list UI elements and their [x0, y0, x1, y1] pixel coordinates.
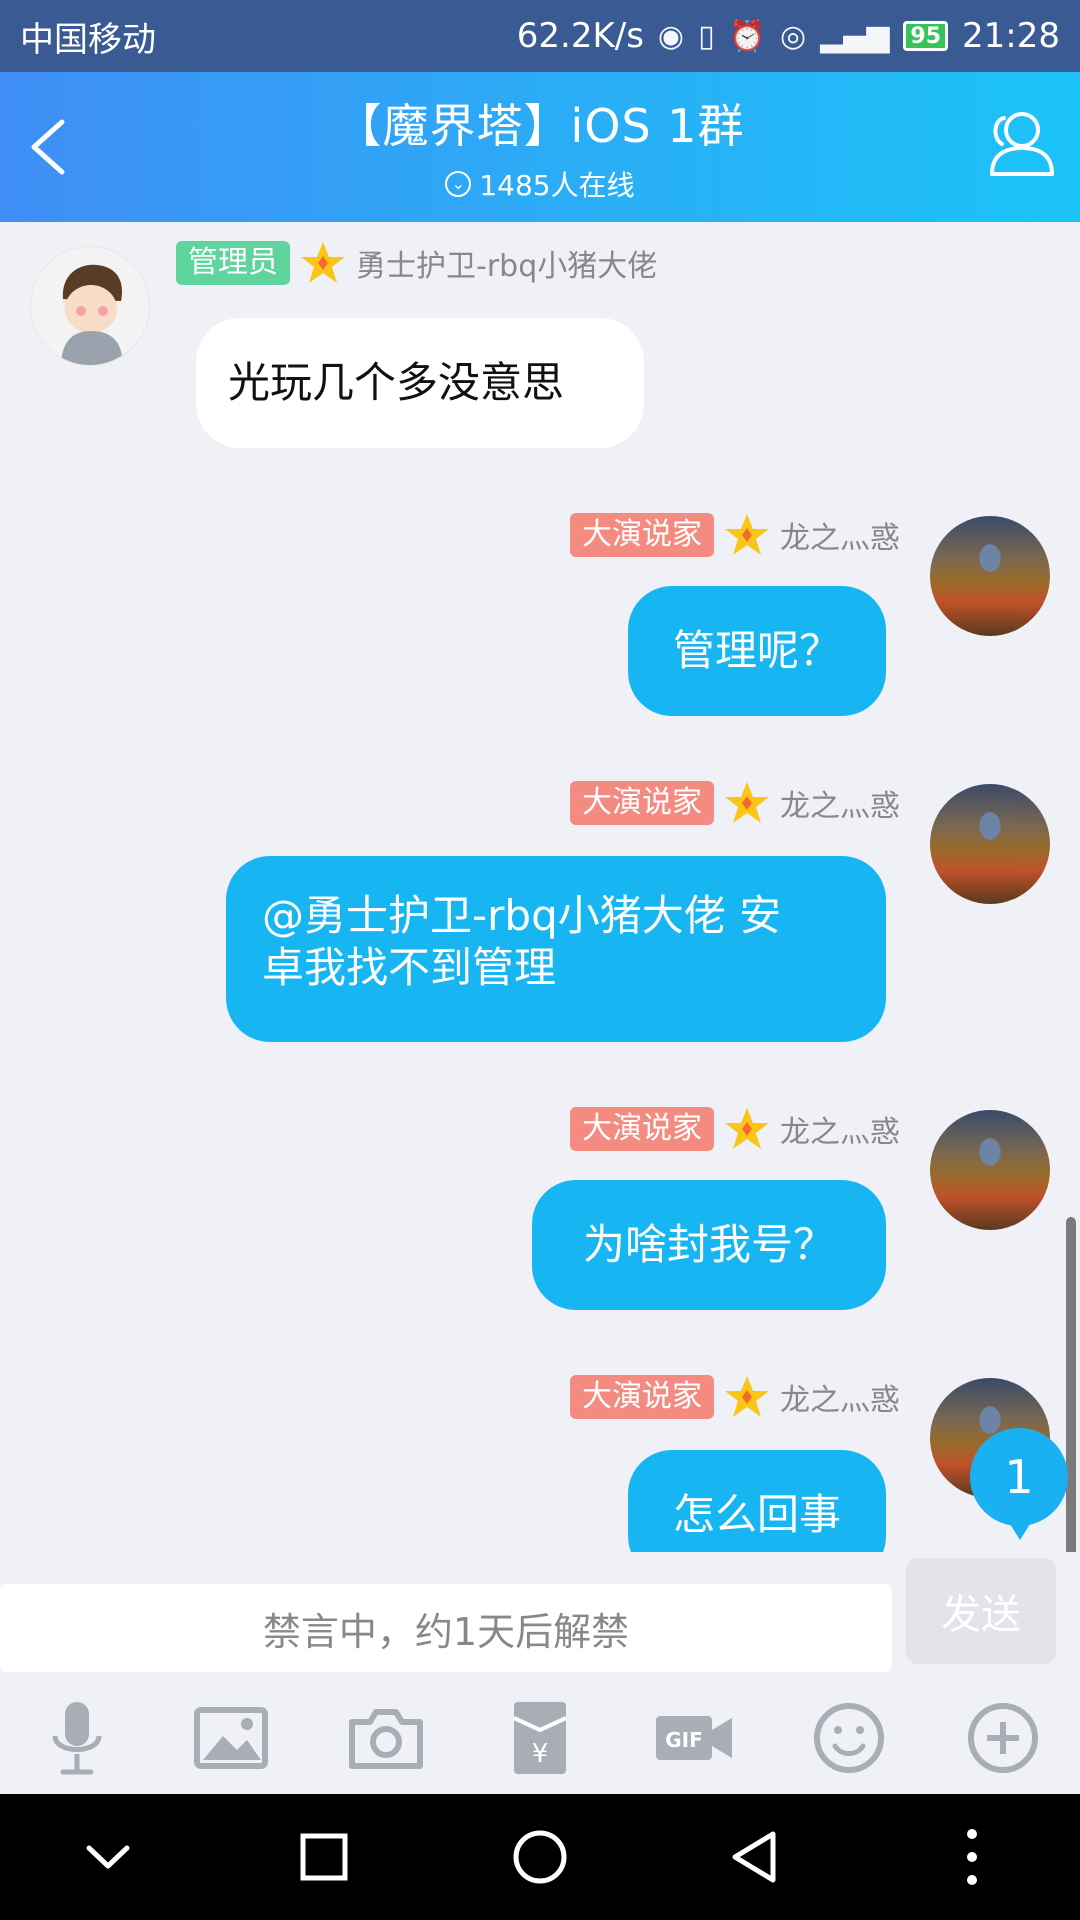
group-members-icon: [990, 112, 1054, 176]
microphone-icon: [52, 1702, 102, 1775]
message-text: 管理呢？: [672, 626, 841, 675]
more-icon: [967, 1829, 977, 1885]
avatar-self[interactable]: [930, 784, 1050, 904]
title-badge: 大演说家: [570, 1107, 714, 1151]
emoji-button[interactable]: [804, 1693, 894, 1783]
message-text-line: @勇士护卫-rbq小猪大佬 安: [262, 891, 782, 940]
camera-icon: [348, 1709, 423, 1769]
star-rank-icon: [725, 782, 769, 823]
vibrate-icon: ▯: [698, 18, 715, 54]
star-rank-icon: [725, 514, 769, 555]
message-text: 为啥封我号？: [582, 1220, 835, 1269]
signal-icon: ▂▄▆: [820, 18, 890, 54]
gif-button[interactable]: GIF: [649, 1693, 739, 1783]
scrollbar[interactable]: [1066, 1217, 1076, 1552]
sender-name[interactable]: 勇士护卫-rbq小猪大佬: [356, 241, 657, 285]
sender-name[interactable]: 龙之灬惑: [780, 513, 900, 557]
avatar-admin[interactable]: [30, 246, 150, 366]
gif-icon: GIF: [656, 1716, 733, 1760]
alarm-icon: ⏰: [728, 18, 766, 54]
online-count: 1485人在线: [479, 169, 635, 202]
battery-indicator: 95: [903, 21, 949, 51]
star-rank-icon: [725, 1376, 769, 1417]
svg-text:¥: ¥: [532, 1739, 549, 1769]
home-icon: [513, 1830, 567, 1884]
avatar-self[interactable]: [930, 1110, 1050, 1230]
title-badge: 大演说家: [570, 781, 714, 825]
cartoon-avatar-icon: [61, 264, 123, 365]
status-bar: 中国移动 62.2K/s ◉ ▯ ⏰ ◎ ▂▄▆ 95 21:28: [0, 0, 1080, 72]
sender-name[interactable]: 龙之灬惑: [780, 1107, 900, 1151]
group-title: 【魔界塔】iOS 1群: [335, 99, 745, 153]
message-list[interactable]: 管理员 勇士护卫-rbq小猪大佬 光玩几个多没意思 大演说家 龙之灬惑 管理呢？…: [0, 222, 1080, 1552]
back-icon: [732, 1831, 776, 1883]
hotspot-icon: ◉: [657, 18, 685, 54]
input-toolbar: ¥ GIF: [0, 1682, 1080, 1794]
red-packet-button[interactable]: ¥: [495, 1693, 585, 1783]
message-bubble[interactable]: 怎么回事: [628, 1450, 886, 1552]
title-badge: 大演说家: [570, 1375, 714, 1419]
emoji-icon: [813, 1703, 884, 1773]
unread-count-badge[interactable]: 1: [970, 1428, 1068, 1540]
svg-text:GIF: GIF: [666, 1728, 704, 1752]
message-bubble[interactable]: 管理呢？: [628, 586, 886, 716]
collapse-button[interactable]: [58, 1807, 158, 1907]
home-button[interactable]: [490, 1807, 590, 1907]
eye-icon: ◎: [779, 18, 807, 54]
image-icon: [194, 1707, 269, 1769]
camera-button[interactable]: [341, 1693, 431, 1783]
collapse-icon: [86, 1845, 130, 1869]
send-button[interactable]: 发送: [906, 1558, 1056, 1664]
group-members-button[interactable]: [978, 104, 1058, 184]
red-packet-icon: ¥: [513, 1702, 567, 1774]
chat-title-area[interactable]: 【魔界塔】iOS 1群 ⌄ 1485人在线: [200, 90, 880, 204]
sender-name[interactable]: 龙之灬惑: [780, 1375, 900, 1419]
sender-name[interactable]: 龙之灬惑: [780, 781, 900, 825]
star-rank-icon: [301, 242, 345, 283]
message-meta: 大演说家 龙之灬惑: [570, 1374, 900, 1420]
clock: 21:28: [962, 16, 1060, 56]
message-text: 怎么回事: [672, 1490, 841, 1539]
back-button[interactable]: [18, 112, 88, 182]
message-meta: 大演说家 龙之灬惑: [570, 780, 900, 826]
online-status: ⌄ 1485人在线: [200, 164, 880, 204]
avatar-self[interactable]: [930, 516, 1050, 636]
plus-icon: [967, 1703, 1038, 1773]
input-row: 禁言中，约1天后解禁 发送: [0, 1552, 1080, 1682]
title-badge: 大演说家: [570, 513, 714, 557]
message-meta: 大演说家 龙之灬惑: [570, 1106, 900, 1152]
recent-apps-icon: [300, 1833, 348, 1881]
message-bubble[interactable]: @勇士护卫-rbq小猪大佬 安 卓我找不到管理: [226, 856, 886, 1042]
muted-input-field[interactable]: 禁言中，约1天后解禁: [0, 1584, 892, 1672]
more-options-button[interactable]: [958, 1693, 1048, 1783]
more-button[interactable]: [922, 1807, 1022, 1907]
message-bubble[interactable]: 为啥封我号？: [532, 1180, 886, 1310]
system-nav-bar: [0, 1794, 1080, 1920]
network-speed: 62.2K/s: [516, 16, 644, 56]
role-badge: 管理员: [176, 241, 290, 285]
message-text-line: 卓我找不到管理: [262, 943, 557, 992]
chat-header: 【魔界塔】iOS 1群 ⌄ 1485人在线: [0, 72, 1080, 222]
message-bubble[interactable]: 光玩几个多没意思: [196, 318, 644, 448]
voice-button[interactable]: [32, 1693, 122, 1783]
carrier-name: 中国移动: [20, 19, 156, 60]
chevron-left-icon: [31, 119, 65, 175]
image-button[interactable]: [186, 1693, 276, 1783]
message-text: 光玩几个多没意思: [228, 358, 565, 407]
system-back-button[interactable]: [706, 1807, 806, 1907]
message-meta: 管理员 勇士护卫-rbq小猪大佬: [176, 240, 657, 286]
chevron-down-icon: ⌄: [445, 171, 472, 197]
message-meta: 大演说家 龙之灬惑: [570, 512, 900, 558]
recent-apps-button[interactable]: [274, 1807, 374, 1907]
star-rank-icon: [725, 1108, 769, 1149]
